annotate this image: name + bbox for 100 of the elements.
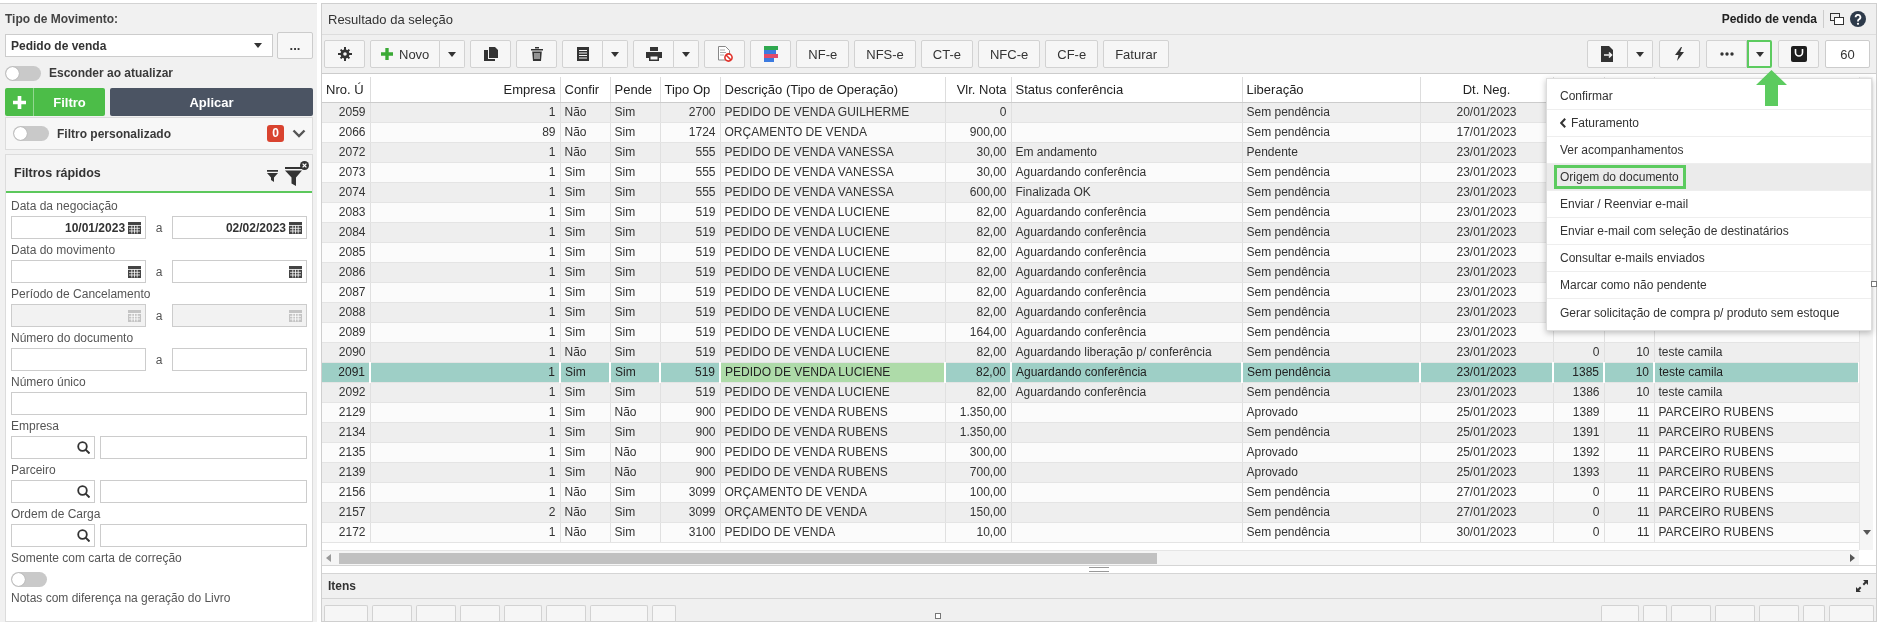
filter-icon[interactable] <box>267 169 278 182</box>
column-header[interactable]: Tipo Op <box>660 77 720 102</box>
field-label: Notas com diferença na geração do Livro <box>11 590 232 606</box>
column-header[interactable]: Empresa <box>370 77 560 102</box>
printer-icon <box>645 47 662 61</box>
chevron-down-icon[interactable] <box>292 129 306 138</box>
text-field[interactable] <box>11 348 147 371</box>
dropdown-button[interactable] <box>1628 40 1653 68</box>
menu-item[interactable]: Consultar e-mails enviados <box>1547 245 1871 272</box>
toggle-switch[interactable] <box>13 126 49 141</box>
toggle-switch[interactable] <box>11 572 47 587</box>
table-cell: 2089 <box>322 322 370 342</box>
menu-item[interactable]: Faturamento <box>1547 110 1871 137</box>
text-field[interactable] <box>100 436 307 459</box>
movement-type-select[interactable]: Pedido de venda <box>5 34 273 57</box>
field-label: Parceiro <box>11 462 57 478</box>
table-cell: 2059 <box>322 102 370 122</box>
table-cell: 2073 <box>322 162 370 182</box>
caret-icon <box>448 51 457 57</box>
toolbar-button[interactable]: NFS-e <box>854 40 916 68</box>
caret-icon <box>1755 51 1764 57</box>
toolbar-button[interactable]: CT-e <box>920 40 973 68</box>
cancel-document-button[interactable] <box>704 40 746 68</box>
settings-button[interactable] <box>324 40 365 68</box>
table-cell: 2072 <box>322 142 370 162</box>
dropdown-button[interactable] <box>1747 40 1772 68</box>
toolbar-button[interactable]: Faturar <box>1103 40 1170 68</box>
caret-icon <box>254 43 262 48</box>
export-button[interactable] <box>1587 40 1628 68</box>
search-icon <box>77 529 90 542</box>
table-cell: 2092 <box>322 382 370 402</box>
print-button[interactable] <box>633 40 675 68</box>
field-label: Tipo de Movimento: <box>5 12 119 27</box>
field-label: Número do documento <box>11 330 135 346</box>
column-header[interactable]: Status conferência <box>1011 77 1242 102</box>
list-button[interactable] <box>562 40 604 68</box>
date-field[interactable] <box>11 260 147 283</box>
dropdown-button[interactable] <box>603 40 629 68</box>
more-button[interactable]: ... <box>277 32 313 59</box>
apply-button[interactable]: Aplicar <box>110 88 313 116</box>
resize-handle[interactable] <box>1871 281 1877 287</box>
table-cell: 2172 <box>322 522 370 542</box>
plus-icon <box>381 48 393 60</box>
text-field[interactable] <box>100 524 307 547</box>
dropdown-button[interactable] <box>674 40 700 68</box>
field-label: Empresa <box>11 418 61 434</box>
column-header[interactable]: Nro. Ú <box>322 77 370 102</box>
text-field[interactable] <box>100 480 307 503</box>
table-cell: 2156 <box>322 482 370 502</box>
bag-button[interactable] <box>1778 40 1819 68</box>
toggle-switch[interactable] <box>5 65 41 81</box>
date-field[interactable]: 10/01/2023 <box>11 216 147 239</box>
search-icon <box>77 485 90 498</box>
column-header[interactable]: Vlr. Nota <box>945 77 1011 102</box>
panel-title: Filtros rápidos <box>14 166 101 180</box>
date-field[interactable]: 02/02/2023 <box>171 216 307 239</box>
windows-icon[interactable] <box>1830 13 1844 25</box>
horizontal-scrollbar[interactable] <box>322 550 1859 565</box>
range-separator: a <box>154 220 164 235</box>
menu-item[interactable]: Enviar / Reenviar e-mail <box>1547 191 1871 218</box>
scrollbar-thumb[interactable] <box>339 552 1157 564</box>
caret-icon <box>611 51 620 57</box>
action-button[interactable] <box>1659 40 1700 68</box>
lookup-field[interactable] <box>11 436 95 459</box>
toolbar-button[interactable]: NFC-e <box>978 40 1041 68</box>
new-button[interactable]: Novo <box>370 40 441 68</box>
caret-icon <box>682 51 691 57</box>
expand-icon[interactable] <box>1856 580 1868 592</box>
splitter-handle-icon <box>1089 567 1109 572</box>
menu-item[interactable]: Marcar como não pendente <box>1547 272 1871 299</box>
menu-item[interactable]: Origem do documento <box>1547 164 1871 191</box>
resize-handle[interactable] <box>935 613 941 619</box>
column-header[interactable]: Confir <box>560 77 610 102</box>
table-cell: 2088 <box>322 302 370 322</box>
lookup-field[interactable] <box>11 480 95 503</box>
date-field[interactable] <box>171 260 307 283</box>
text-field[interactable] <box>171 348 307 371</box>
column-header[interactable]: Pende <box>610 77 660 102</box>
table-cell: 2157 <box>322 502 370 522</box>
menu-item[interactable]: Enviar e-mail com seleção de destinatários <box>1547 218 1871 245</box>
calendar-icon <box>289 309 302 322</box>
lookup-field[interactable] <box>11 524 95 547</box>
delete-button[interactable] <box>516 40 558 68</box>
table-cell: 2135 <box>322 442 370 462</box>
toolbar-button[interactable]: NF-e <box>796 40 850 68</box>
toolbar-button[interactable]: CF-e <box>1045 40 1099 68</box>
column-header[interactable]: Liberação <box>1242 77 1420 102</box>
help-icon[interactable] <box>1850 11 1866 27</box>
dropdown-button[interactable] <box>440 40 466 68</box>
layers-button[interactable] <box>750 40 792 68</box>
page-size-field[interactable]: 60 <box>1825 40 1870 68</box>
color-bars-icon <box>763 46 778 62</box>
documents-icon <box>483 47 498 61</box>
table-cell: 2074 <box>322 182 370 202</box>
list-icon <box>576 47 589 61</box>
filter-clear-icon[interactable] <box>285 160 309 186</box>
column-header[interactable]: Descrição (Tipo de Operação) <box>720 77 945 102</box>
copy-button[interactable] <box>470 40 512 68</box>
column-header[interactable]: Dt. Neg. <box>1420 77 1553 102</box>
text-field[interactable] <box>11 392 307 415</box>
